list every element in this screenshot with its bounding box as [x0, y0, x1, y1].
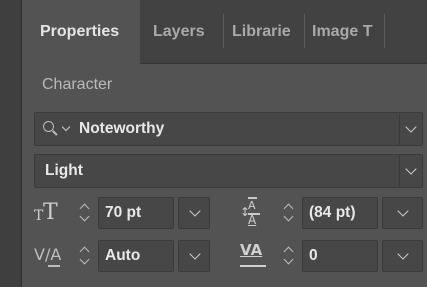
leading-stepper[interactable]	[283, 202, 294, 224]
chevron-down-icon	[397, 205, 409, 217]
font-family-dropdown[interactable]: Noteworthy	[34, 112, 423, 146]
search-icon-handle	[52, 130, 58, 136]
font-size-value: 70 pt	[105, 204, 142, 221]
chevron-down-icon	[189, 205, 201, 217]
panel-main: Properties Layers Librarie Image T Chara…	[22, 0, 427, 287]
font-family-value: Noteworthy	[79, 120, 165, 137]
tab-separator	[223, 14, 224, 48]
left-dock-strip	[0, 0, 22, 287]
tab-separator	[304, 14, 305, 48]
tracking-icon: VA	[238, 241, 270, 271]
chevron-down-icon	[189, 248, 201, 260]
chevron-down-icon	[405, 121, 417, 133]
font-family-chevron-button[interactable]	[399, 113, 422, 145]
font-size-icon: T T	[34, 200, 58, 225]
tracking-stepper[interactable]	[283, 245, 294, 267]
properties-panel: Properties Layers Librarie Image T Chara…	[0, 0, 427, 287]
decrement-icon	[79, 254, 90, 265]
section-title: Character	[42, 76, 113, 93]
tab-layers[interactable]: Layers	[153, 0, 219, 63]
chevron-down-icon	[61, 122, 71, 132]
leading-icon: A A ↕	[240, 196, 270, 228]
font-size-stepper[interactable]	[79, 202, 90, 224]
kerning-icon: V/A	[34, 243, 66, 271]
tracking-dropdown-button[interactable]	[382, 240, 423, 272]
chevron-down-icon	[405, 163, 417, 175]
font-size-field[interactable]: 70 pt	[98, 197, 174, 229]
tracking-field[interactable]: 0	[302, 240, 378, 272]
kerning-stepper[interactable]	[79, 245, 90, 267]
font-size-dropdown-button[interactable]	[178, 197, 210, 229]
decrement-icon	[283, 211, 294, 222]
tab-properties[interactable]: Properties	[22, 0, 140, 64]
tab-libraries[interactable]: Librarie	[232, 0, 302, 63]
tab-image-trace[interactable]: Image T	[312, 0, 380, 63]
font-style-value: Light	[45, 162, 83, 179]
decrement-icon	[79, 211, 90, 222]
kerning-field[interactable]: Auto	[98, 240, 174, 272]
kerning-dropdown-button[interactable]	[178, 240, 210, 272]
decrement-icon	[283, 254, 294, 265]
chevron-down-icon	[397, 248, 409, 260]
font-style-dropdown[interactable]: Light	[34, 154, 423, 188]
leading-field[interactable]: (84 pt)	[302, 197, 378, 229]
tab-bar: Properties Layers Librarie Image T	[22, 0, 427, 64]
font-style-chevron-button[interactable]	[399, 155, 422, 187]
leading-dropdown-button[interactable]	[382, 197, 423, 229]
tracking-value: 0	[309, 247, 318, 264]
tab-separator	[384, 14, 385, 48]
kerning-value: Auto	[105, 247, 141, 264]
leading-value: (84 pt)	[309, 204, 356, 221]
